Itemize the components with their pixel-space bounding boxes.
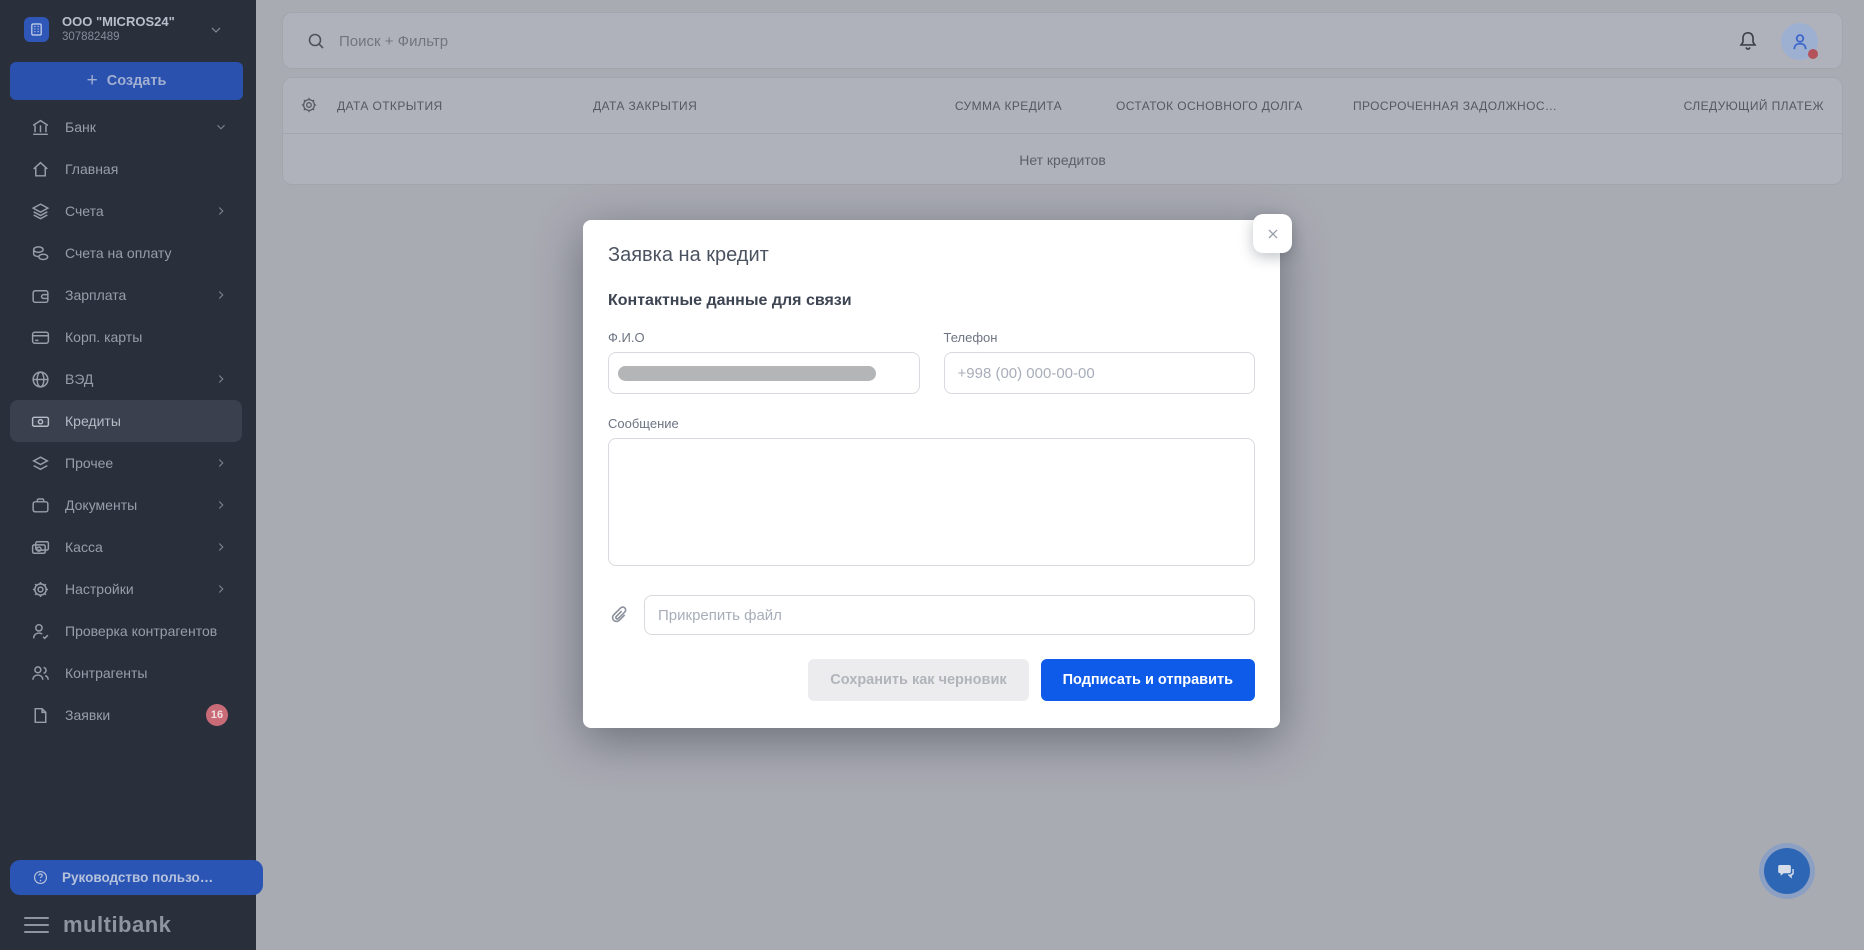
phone-label: Телефон	[944, 330, 1256, 345]
coins-icon	[30, 243, 51, 264]
person-icon	[1789, 31, 1811, 53]
modal-title: Заявка на кредит	[608, 244, 1255, 267]
chevron-right-icon	[214, 288, 228, 302]
brand-area: multibank	[0, 905, 256, 945]
briefcase-icon	[30, 495, 51, 516]
search-icon	[306, 31, 326, 51]
chevron-right-icon	[214, 498, 228, 512]
applications-count-badge: 16	[206, 704, 228, 726]
banknote-icon	[30, 411, 51, 432]
question-circle-icon	[32, 869, 49, 886]
column-header[interactable]: ДАТА ОТКРЫТИЯ	[337, 99, 443, 113]
sidebar-item-cash[interactable]: Касса	[10, 526, 242, 568]
table-settings-icon[interactable]	[299, 95, 319, 115]
org-logo	[24, 17, 49, 42]
user-guide-button[interactable]: Руководство пользо…	[10, 860, 263, 895]
column-header[interactable]: ОСТАТОК ОСНОВНОГО ДОЛГА	[1116, 99, 1303, 113]
menu-icon[interactable]	[24, 917, 49, 934]
sidebar-item-accounts[interactable]: Счета	[10, 190, 242, 232]
home-icon	[30, 159, 51, 180]
layers-icon	[30, 201, 51, 222]
credits-table: ДАТА ОТКРЫТИЯ ДАТА ЗАКРЫТИЯ СУММА КРЕДИТ…	[282, 77, 1843, 185]
sidebar-item-corp-cards[interactable]: Корп. карты	[10, 316, 242, 358]
sidebar-nav: Банк Главная Счета Счета на оплату Зарпл…	[0, 106, 256, 736]
avatar[interactable]	[1781, 23, 1818, 60]
table-header-row: ДАТА ОТКРЫТИЯ ДАТА ЗАКРЫТИЯ СУММА КРЕДИТ…	[283, 78, 1842, 134]
user-guide-label: Руководство пользо…	[62, 870, 213, 885]
chat-icon	[1776, 860, 1798, 882]
people-icon	[30, 663, 51, 684]
fio-label: Ф.И.О	[608, 330, 920, 345]
support-chat-button[interactable]	[1759, 843, 1815, 899]
modal-close-button[interactable]	[1253, 214, 1292, 253]
chevron-down-icon	[214, 120, 228, 134]
gear-icon	[30, 579, 51, 600]
chevron-right-icon	[214, 456, 228, 470]
sidebar-item-home[interactable]: Главная	[10, 148, 242, 190]
file-icon	[30, 705, 51, 726]
sidebar-item-other[interactable]: Прочее	[10, 442, 242, 484]
sidebar-item-counterparty-check[interactable]: Проверка контрагентов	[10, 610, 242, 652]
org-inn: 307882489	[62, 31, 120, 43]
org-switcher[interactable]: ООО "MICROS24" 307882489	[0, 10, 256, 56]
column-header[interactable]: СЛЕДУЮЩИЙ ПЛАТЕЖ	[1684, 99, 1824, 113]
globe-icon	[30, 369, 51, 390]
layers-icon	[30, 453, 51, 474]
create-button[interactable]: + Создать	[10, 62, 243, 100]
card-icon	[30, 327, 51, 348]
brand-logo: multibank	[63, 912, 171, 938]
empty-state-text: Нет кредитов	[283, 134, 1842, 185]
search-input[interactable]	[337, 13, 1041, 70]
topbar	[282, 12, 1843, 69]
paperclip-icon[interactable]	[608, 604, 631, 627]
close-icon	[1264, 225, 1282, 243]
plus-icon: +	[87, 71, 98, 90]
phone-input[interactable]	[944, 352, 1256, 394]
chevron-right-icon	[214, 582, 228, 596]
org-name: ООО "MICROS24"	[62, 14, 175, 29]
redacted-value	[618, 366, 876, 381]
bank-icon	[30, 117, 51, 138]
sidebar-item-applications[interactable]: Заявки 16	[10, 694, 242, 736]
column-header[interactable]: СУММА КРЕДИТА	[955, 99, 1062, 113]
column-header[interactable]: ДАТА ЗАКРЫТИЯ	[593, 99, 697, 113]
modal-section-title: Контактные данные для связи	[608, 292, 1255, 310]
column-header[interactable]: ПРОСРОЧЕННАЯ ЗАДОЛЖНОС…	[1353, 99, 1557, 113]
chevron-right-icon	[214, 372, 228, 386]
sidebar-item-documents[interactable]: Документы	[10, 484, 242, 526]
wallet-icon	[30, 285, 51, 306]
chat-circle	[1764, 848, 1810, 894]
sidebar-item-salary[interactable]: Зарплата	[10, 274, 242, 316]
notification-dot	[1808, 49, 1818, 59]
create-button-label: Создать	[107, 73, 167, 89]
sidebar-item-credits[interactable]: Кредиты	[10, 400, 242, 442]
attach-file-input[interactable]	[644, 595, 1255, 635]
message-label: Сообщение	[608, 416, 1255, 431]
sidebar-item-counterparties[interactable]: Контрагенты	[10, 652, 242, 694]
sidebar-item-ved[interactable]: ВЭД	[10, 358, 242, 400]
save-draft-button[interactable]: Сохранить как черновик	[808, 659, 1028, 701]
chevron-down-icon	[208, 22, 224, 38]
sidebar-item-settings[interactable]: Настройки	[10, 568, 242, 610]
chevron-right-icon	[214, 540, 228, 554]
sign-and-send-button[interactable]: Подписать и отправить	[1041, 659, 1255, 701]
chevron-right-icon	[214, 204, 228, 218]
cash-register-icon	[30, 537, 51, 558]
loan-application-modal: Заявка на кредит Контактные данные для с…	[583, 220, 1280, 728]
sidebar-item-invoices[interactable]: Счета на оплату	[10, 232, 242, 274]
message-textarea[interactable]	[608, 438, 1255, 566]
bell-icon[interactable]	[1736, 29, 1760, 53]
building-icon	[28, 21, 45, 38]
person-check-icon	[30, 621, 51, 642]
sidebar: ООО "MICROS24" 307882489 + Создать Банк …	[0, 0, 256, 950]
sidebar-item-bank[interactable]: Банк	[10, 106, 242, 148]
